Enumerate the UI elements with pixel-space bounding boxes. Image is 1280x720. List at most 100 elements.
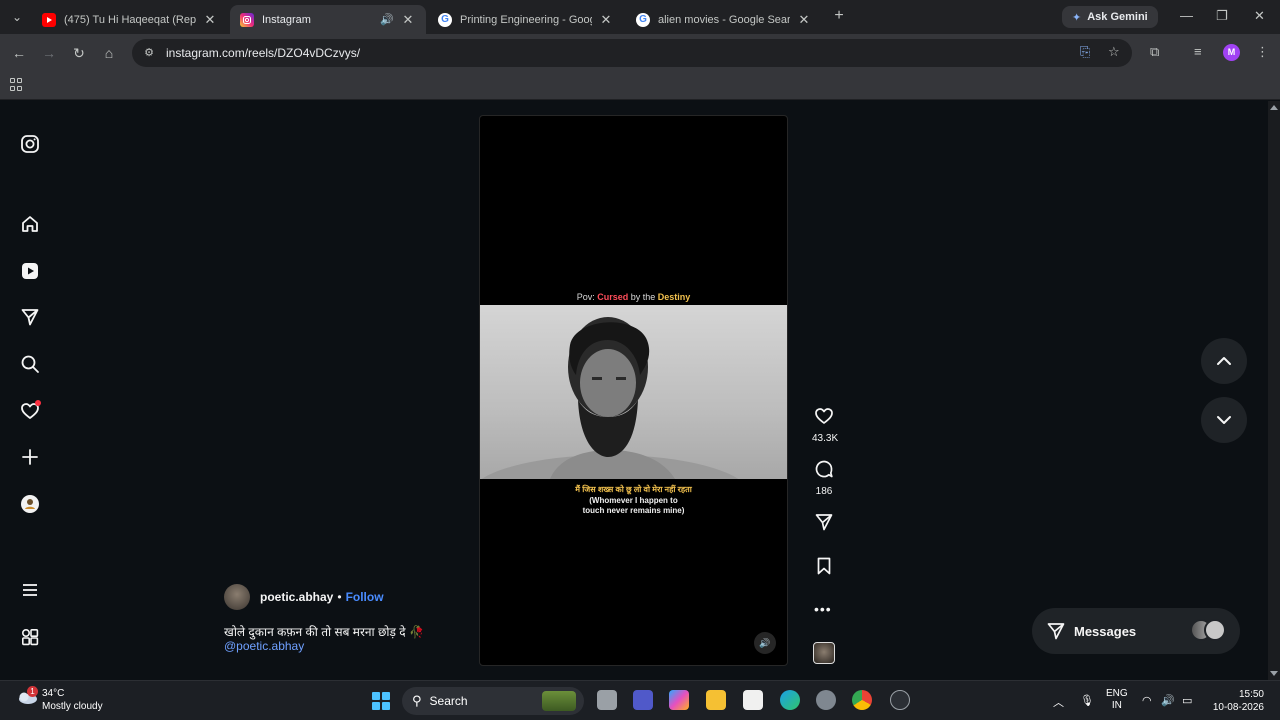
pov-destiny: Destiny [657, 292, 691, 302]
also-from-meta-icon[interactable] [19, 626, 41, 648]
original-audio-thumbnail[interactable] [813, 642, 835, 664]
close-tab-icon[interactable]: ✕ [202, 12, 218, 28]
comment-button[interactable]: 186 [812, 459, 836, 497]
site-settings-icon[interactable]: ⚙ [142, 46, 156, 60]
bonsai-highlight-icon [542, 691, 576, 711]
clock-date: 10-08-2026 [1212, 702, 1264, 713]
tab-printing-engineering[interactable]: G Printing Engineering - Google S ✕ [428, 5, 624, 34]
profile-avatar-icon[interactable] [19, 493, 41, 515]
author-username[interactable]: poetic.abhay [260, 590, 333, 604]
app-with-notification-icon[interactable] [890, 690, 910, 710]
reel-frame-portrait [480, 305, 787, 479]
menu-dots-icon[interactable]: ⋮ [1256, 44, 1269, 60]
separator-dot: • [337, 590, 342, 604]
search-icon[interactable] [19, 353, 41, 375]
task-view-icon[interactable] [597, 690, 617, 710]
share-button[interactable] [812, 512, 836, 537]
reel-author: poetic.abhay • Follow [224, 584, 384, 610]
profile-avatar[interactable]: M [1223, 44, 1240, 61]
edge-icon[interactable] [780, 690, 800, 710]
browser-toolbar: ← → ↻ ⌂ ⚙ instagram.com/reels/DZO4vDCzvy… [0, 34, 1280, 72]
tab-title: Instagram [262, 13, 311, 26]
restore-icon[interactable]: ❐ [1216, 8, 1228, 24]
search-icon: ⚲ [412, 693, 422, 708]
create-plus-icon[interactable] [19, 446, 41, 468]
address-bar[interactable]: ⚙ instagram.com/reels/DZO4vDCzvys/ [132, 39, 1132, 67]
author-avatar[interactable] [224, 584, 250, 610]
more-menu-icon[interactable] [19, 579, 41, 601]
tab-search-button[interactable]: ⌄ [6, 6, 28, 28]
reel-pov-text: Pov: Cursed by the Destiny [480, 292, 787, 302]
save-button[interactable] [812, 556, 836, 581]
messages-button[interactable]: Messages [1032, 608, 1240, 654]
back-arrow-icon[interactable]: ← [9, 43, 29, 63]
language-line2: IN [1111, 700, 1122, 711]
instagram-icon [240, 12, 254, 27]
ask-gemini-button[interactable]: ✦ Ask Gemini [1062, 6, 1158, 28]
close-tab-icon[interactable]: ✕ [598, 12, 614, 28]
youtube-icon [42, 12, 56, 27]
page-scrollbar[interactable] [1268, 101, 1280, 680]
reload-icon[interactable]: ↻ [69, 43, 89, 63]
close-tab-icon[interactable]: ✕ [400, 12, 416, 28]
home-icon[interactable] [19, 213, 41, 235]
minimize-icon[interactable]: — [1180, 8, 1193, 23]
show-hidden-icons-chevron-up-icon[interactable]: ︿ [1053, 694, 1064, 710]
heart-icon [815, 408, 833, 424]
previous-reel-button[interactable] [1201, 338, 1247, 384]
pov-prefix: Pov: [576, 292, 595, 302]
like-button[interactable]: 43.3K [812, 406, 839, 444]
direct-messages-icon[interactable] [19, 306, 41, 328]
gemini-sparkle-icon: ✦ [1072, 11, 1082, 24]
like-count: 43.3K [812, 433, 839, 444]
weather-temperature[interactable]: 34°C [42, 688, 64, 699]
wifi-icon[interactable]: ◠ [1142, 694, 1152, 707]
next-reel-button[interactable] [1201, 397, 1247, 443]
home-icon[interactable]: ⌂ [99, 43, 119, 63]
apps-grid-icon[interactable] [10, 78, 24, 92]
ask-gemini-label: Ask Gemini [1087, 11, 1148, 23]
subtitle-hindi: मैं जिस शख्स को छू लो वो मेरा नहीं रहता [575, 485, 692, 494]
share-paper-plane-icon [815, 514, 833, 531]
new-tab-button[interactable]: + [830, 7, 848, 25]
extensions-icon[interactable]: ⧉ [1150, 44, 1159, 60]
more-options-icon[interactable]: ••• [814, 601, 832, 617]
chrome-icon[interactable] [852, 690, 872, 710]
reels-icon[interactable] [19, 260, 41, 282]
copilot-icon[interactable] [669, 690, 689, 710]
pov-cursed: Cursed [597, 292, 629, 302]
close-window-icon[interactable]: ✕ [1254, 8, 1265, 24]
teams-icon[interactable] [633, 690, 653, 710]
bookmark-star-icon[interactable]: ☆ [1108, 44, 1120, 60]
scroll-up-arrow-icon[interactable] [1270, 105, 1278, 110]
instagram-logo-icon[interactable] [19, 133, 41, 155]
volume-icon[interactable]: 🔊 [1161, 694, 1175, 707]
microphone-icon[interactable]: 🎙 [1080, 694, 1094, 707]
media-controls-icon[interactable]: ≡ [1194, 44, 1202, 59]
subtitle-english: (Whomever I happen to touch never remain… [582, 496, 685, 515]
system-clock[interactable]: 15:50 10-08-2026 [1208, 688, 1264, 714]
windows-start-icon[interactable] [372, 692, 390, 710]
language-indicator[interactable]: ENG IN [1106, 688, 1128, 712]
scroll-down-arrow-icon[interactable] [1270, 671, 1278, 676]
taskbar-search[interactable]: ⚲ Search [402, 687, 584, 715]
install-app-icon[interactable]: ⎘ [1080, 44, 1090, 60]
google-icon: G [438, 12, 452, 27]
speaker-icon[interactable]: 🔊 [380, 13, 394, 26]
reel-video[interactable]: Pov: Cursed by the Destiny मैं जिस शख्स … [479, 115, 788, 666]
caption-mention-link[interactable]: @poetic.abhay [224, 639, 304, 653]
battery-icon[interactable]: ▭ [1182, 694, 1192, 707]
chevron-up-icon [1217, 357, 1231, 365]
microsoft-store-icon[interactable] [743, 690, 763, 710]
clock-time: 15:50 [1238, 689, 1264, 700]
tab-instagram[interactable]: Instagram 🔊 ✕ [230, 5, 426, 34]
audio-toggle-button[interactable]: 🔊 [754, 632, 776, 654]
settings-gear-icon[interactable] [816, 690, 836, 710]
weather-description[interactable]: Mostly cloudy [42, 701, 103, 712]
file-explorer-icon[interactable] [706, 690, 726, 710]
tab-alien-movies[interactable]: G alien movies - Google Search ✕ [626, 5, 822, 34]
close-tab-icon[interactable]: ✕ [796, 12, 812, 28]
forward-arrow-icon[interactable]: → [39, 43, 59, 63]
follow-button[interactable]: Follow [346, 590, 384, 604]
tab-youtube[interactable]: (475) Tu Hi Haqeeqat (Reprise) | ✕ [32, 5, 228, 34]
